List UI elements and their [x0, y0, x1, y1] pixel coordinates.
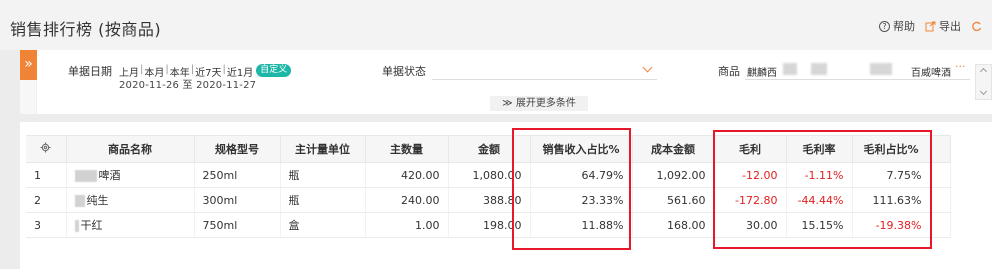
gross-profit-cell: 30.00: [714, 212, 787, 238]
filter-handle-strip: [20, 80, 37, 114]
product-value: 麒麟西: [747, 68, 777, 79]
redacted-block: [783, 63, 797, 75]
row-index: 2: [26, 187, 67, 213]
revenue-share-cell: 23.33%: [530, 187, 633, 213]
quantity-cell: 420.00: [365, 162, 449, 188]
gear-icon: [40, 142, 51, 153]
refresh-button[interactable]: [971, 21, 982, 32]
export-icon: [925, 21, 936, 31]
profit-share-cell: 111.63%: [852, 187, 931, 213]
gross-margin-cell: -1.11%: [786, 162, 853, 188]
status-select[interactable]: [432, 60, 657, 80]
cost-cell: 168.00: [632, 212, 715, 238]
amount-cell: 198.00: [448, 212, 531, 238]
filler-cell: [930, 187, 951, 213]
sales-ranking-table: 商品名称 规格型号 主计量单位 主数量 金额 销售收入占比% 成本金额 毛利 毛…: [26, 135, 951, 238]
date-range-value[interactable]: 2020-11-26 至 2020-11-27: [119, 76, 256, 91]
filler-cell: [930, 212, 951, 238]
product-label: 商品: [718, 65, 740, 78]
quantity-cell: 240.00: [365, 187, 449, 213]
gross-profit-cell: -12.00: [714, 162, 787, 188]
redacted-block: [74, 170, 97, 182]
more-conditions-label: 展开更多条件: [515, 98, 576, 109]
column-header-gross-margin[interactable]: 毛利率: [786, 135, 853, 163]
column-header-revenue-share[interactable]: 销售收入占比%: [530, 135, 633, 163]
page-title: 销售排行榜 (按商品): [10, 20, 162, 39]
product-name-cell: 纯生: [66, 187, 195, 213]
column-header-profit-share[interactable]: 毛利占比%: [852, 135, 931, 163]
unit-cell: 瓶: [280, 187, 366, 213]
product-value: 百威啤酒: [911, 68, 951, 79]
amount-cell: 1,080.00: [448, 162, 531, 188]
table-row[interactable]: 1 啤酒 250ml 瓶 420.00 1,080.00 64.79% 1,09…: [26, 162, 951, 188]
more-products-button[interactable]: ···: [955, 60, 966, 73]
gross-profit-cell: -172.80: [714, 187, 787, 213]
redacted-block: [870, 63, 892, 75]
product-input[interactable]: 麒麟西 百威啤酒 ···: [745, 58, 970, 80]
help-label: 帮助: [893, 20, 915, 33]
spec-cell: 750ml: [194, 212, 281, 238]
cost-cell: 1,092.00: [632, 162, 715, 188]
revenue-share-cell: 11.88%: [530, 212, 633, 238]
redacted-block: [74, 220, 79, 232]
cost-cell: 561.60: [632, 187, 715, 213]
export-label: 导出: [939, 20, 961, 33]
chevron-down-icon: [642, 62, 653, 73]
title-bar: 销售排行榜 (按商品) ? 帮助 导出: [0, 0, 992, 50]
date-option-custom[interactable]: 自定义: [256, 64, 292, 77]
status-label: 单据状态: [382, 65, 426, 78]
quantity-cell: 1.00: [365, 212, 449, 238]
refresh-icon: [972, 21, 982, 31]
column-header-product-name[interactable]: 商品名称: [66, 135, 195, 163]
unit-cell: 盒: [280, 212, 366, 238]
help-button[interactable]: ? 帮助: [879, 18, 915, 34]
chevron-up-icon: [979, 67, 988, 76]
redacted-block: [811, 63, 827, 75]
row-index: 1: [26, 162, 67, 188]
product-name-text: 啤酒: [98, 169, 121, 182]
amount-cell: 388.80: [448, 187, 531, 213]
table-row[interactable]: 3 干红 750ml 盒 1.00 198.00 11.88% 168.00 3…: [26, 212, 951, 238]
column-header-gross-profit[interactable]: 毛利: [714, 135, 787, 163]
profit-share-cell: -19.38%: [852, 212, 931, 238]
product-name-text: 纯生: [86, 194, 109, 207]
table-header-row: 商品名称 规格型号 主计量单位 主数量 金额 销售收入占比% 成本金额 毛利 毛…: [26, 135, 951, 163]
revenue-share-cell: 64.79%: [530, 162, 633, 188]
filter-scrollbar[interactable]: [975, 64, 992, 100]
column-header-amount[interactable]: 金额: [448, 135, 531, 163]
date-label: 单据日期: [68, 65, 112, 78]
gross-margin-cell: 15.15%: [786, 212, 853, 238]
toolbar: ? 帮助 导出: [879, 19, 992, 33]
column-settings[interactable]: [26, 135, 67, 163]
unit-cell: 瓶: [280, 162, 366, 188]
column-header-filler: [930, 135, 951, 163]
product-name-cell: 干红: [66, 212, 195, 238]
product-name-cell: 啤酒: [66, 162, 195, 188]
double-chevron-down-icon: ≫︎: [502, 98, 513, 109]
spec-cell: 300ml: [194, 187, 281, 213]
row-index: 3: [26, 212, 67, 238]
column-header-unit[interactable]: 主计量单位: [280, 135, 366, 163]
expand-filter-button[interactable]: »: [20, 50, 37, 80]
gross-margin-cell: -44.44%: [786, 187, 853, 213]
expand-more-conditions-button[interactable]: ≫︎ 展开更多条件: [490, 96, 588, 111]
export-button[interactable]: 导出: [925, 18, 961, 34]
column-header-cost[interactable]: 成本金额: [632, 135, 715, 163]
column-header-quantity[interactable]: 主数量: [365, 135, 449, 163]
profit-share-cell: 7.75%: [852, 162, 931, 188]
spec-cell: 250ml: [194, 162, 281, 188]
chevron-down-icon: [979, 87, 988, 96]
table-row[interactable]: 2 纯生 300ml 瓶 240.00 388.80 23.33% 561.60…: [26, 187, 951, 213]
redacted-block: [74, 195, 85, 207]
filler-cell: [930, 162, 951, 188]
product-name-text: 干红: [80, 219, 103, 232]
column-header-spec[interactable]: 规格型号: [194, 135, 281, 163]
help-icon: ?: [879, 20, 890, 32]
